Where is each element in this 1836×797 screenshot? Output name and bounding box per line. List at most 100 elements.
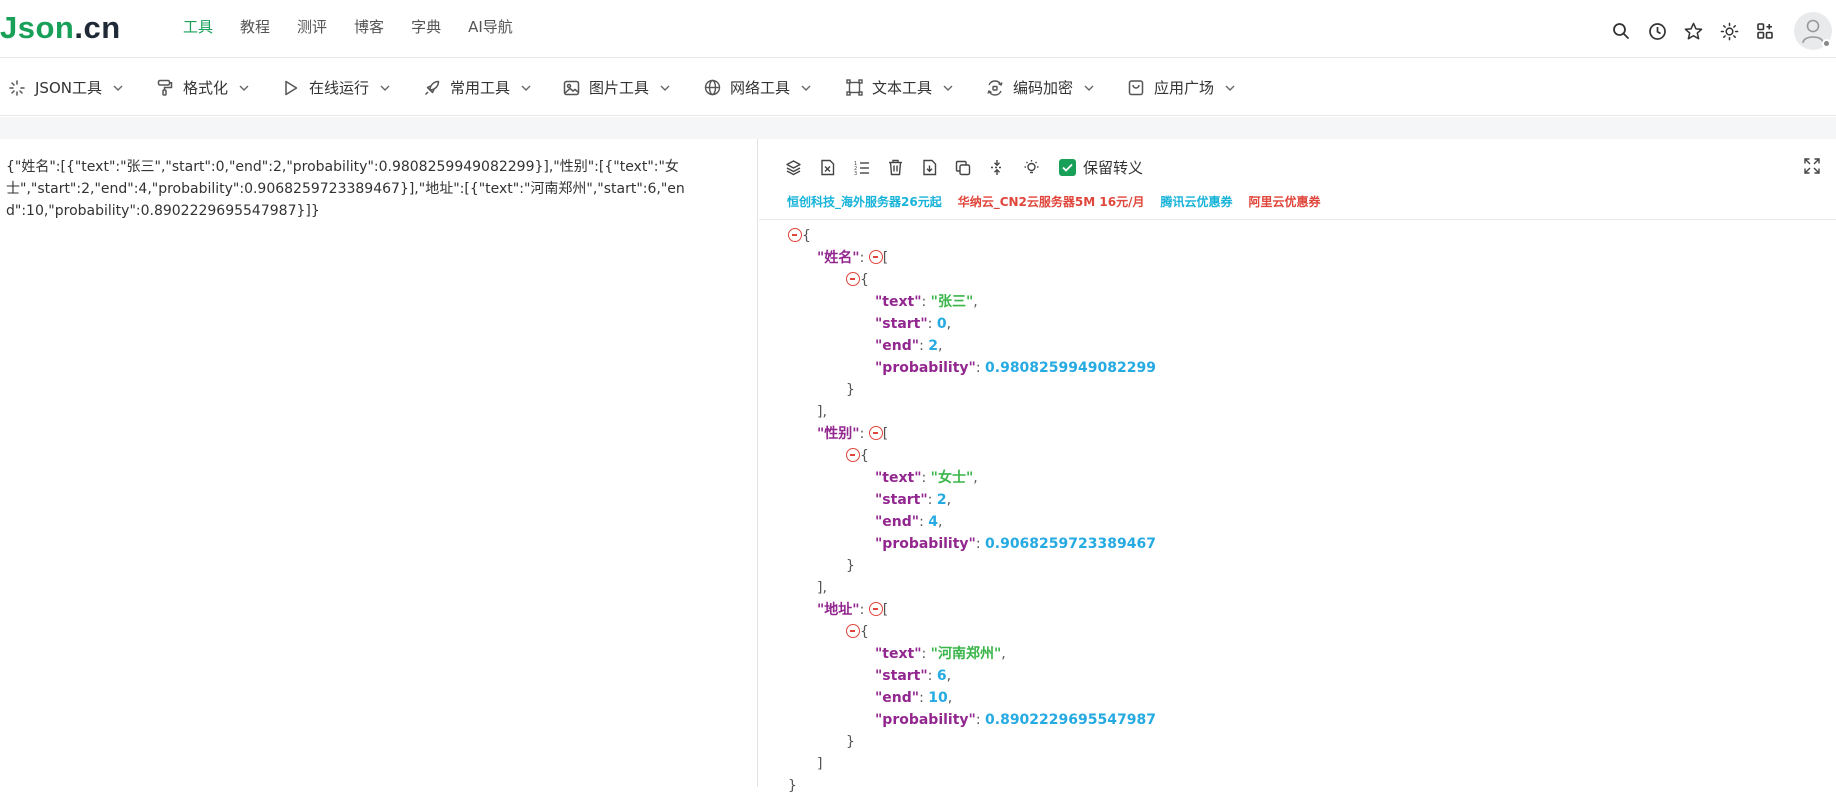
trash-icon[interactable] — [885, 158, 905, 178]
json-line: "start": 0, — [875, 313, 951, 335]
status-dot — [1822, 39, 1831, 48]
top-bar: Json.cn 工具 教程 测评 博客 字典 AI导航 — [0, 0, 1836, 58]
json-key: "start" — [875, 668, 928, 684]
json-line: "probability": 0.9808259949082299 — [875, 357, 1156, 379]
site-logo[interactable]: Json.cn — [0, 10, 121, 46]
menu-image-tools[interactable]: 图片工具 — [562, 59, 670, 116]
menu-text-tools[interactable]: 文本工具 — [845, 59, 953, 116]
history-icon[interactable] — [1646, 20, 1668, 42]
chevron-down-icon — [943, 83, 953, 93]
json-line: "end": 4, — [875, 511, 942, 533]
colon: : — [927, 316, 937, 332]
chevron-down-icon — [660, 83, 670, 93]
brace: { — [860, 272, 869, 288]
logo-dot: .cn — [74, 10, 121, 45]
menu-label: 应用广场 — [1154, 79, 1215, 97]
collapse-toggle-icon[interactable] — [868, 602, 883, 616]
json-number-value: 4 — [928, 514, 938, 530]
ad-link-hengchuang[interactable]: 恒创科技_海外服务器26元起 — [787, 193, 942, 210]
collapse-toggle-icon[interactable] — [788, 228, 802, 242]
json-key: "地址" — [817, 602, 860, 618]
json-line: } — [788, 775, 797, 797]
json-line: "end": 2, — [875, 335, 942, 357]
json-key: "text" — [875, 470, 922, 486]
compress-icon[interactable] — [987, 158, 1007, 178]
menu-common-tools[interactable]: 常用工具 — [423, 59, 531, 116]
colon: : — [859, 426, 869, 442]
keep-escape-checkbox[interactable]: 保留转义 — [1059, 157, 1143, 178]
theme-icon[interactable] — [1718, 20, 1740, 42]
top-nav: 工具 教程 测评 博客 字典 AI导航 — [183, 16, 540, 38]
collapse-toggle-icon[interactable] — [846, 448, 860, 462]
menu-label: 图片工具 — [589, 79, 650, 97]
brace: } — [846, 734, 855, 750]
json-string-value: "张三" — [930, 294, 974, 310]
collapse-toggle-icon[interactable] — [868, 426, 883, 440]
json-number-value: 0.8902229695547987 — [985, 712, 1156, 728]
top-nav-tutorial[interactable]: 教程 — [240, 16, 270, 38]
paint-roller-icon — [156, 79, 174, 97]
json-line: { — [846, 269, 869, 291]
layers-icon[interactable] — [783, 158, 803, 178]
brace: } — [788, 778, 797, 794]
collapse-toggle-icon[interactable] — [846, 272, 860, 286]
excel-file-icon[interactable] — [817, 158, 837, 178]
chevron-down-icon — [380, 83, 390, 93]
bag-icon — [1127, 79, 1145, 97]
json-line: "姓名": [ — [817, 247, 888, 269]
top-nav-blog[interactable]: 博客 — [354, 16, 384, 38]
collapse-toggle-icon[interactable] — [868, 250, 883, 264]
comma: , — [938, 514, 943, 530]
top-nav-tools[interactable]: 工具 — [183, 16, 213, 38]
json-key: "probability" — [875, 712, 976, 728]
apps-icon[interactable] — [1754, 20, 1776, 42]
ad-link-tencent-cloud[interactable]: 腾讯云优惠券 — [1160, 193, 1232, 210]
json-line: ] — [817, 753, 822, 775]
svg-text:3: 3 — [854, 171, 857, 176]
copy-icon[interactable] — [953, 158, 973, 178]
menu-app-plaza[interactable]: 应用广场 — [1127, 59, 1235, 116]
star-icon[interactable] — [1682, 20, 1704, 42]
ordered-list-icon[interactable]: 123 — [851, 158, 871, 178]
menu-json-tools[interactable]: JSON工具 — [8, 59, 123, 116]
json-string-value: "女士" — [930, 470, 974, 486]
menu-format[interactable]: 格式化 — [156, 59, 249, 116]
json-key: "text" — [875, 646, 922, 662]
top-icon-group — [1596, 12, 1836, 50]
ad-link-aliyun[interactable]: 阿里云优惠券 — [1248, 193, 1320, 210]
brace: } — [846, 382, 855, 398]
ad-links: 恒创科技_海外服务器26元起 华纳云_CN2云服务器5M 16元/月 腾讯云优惠… — [787, 193, 1337, 210]
raw-json-text[interactable]: {"姓名":[{"text":"张三","start":0,"end":2,"p… — [6, 156, 686, 222]
colon: : — [919, 338, 929, 354]
comma: , — [973, 470, 978, 486]
search-icon[interactable] — [1610, 20, 1632, 42]
download-file-icon[interactable] — [919, 158, 939, 178]
colon: : — [921, 470, 931, 486]
top-nav-review[interactable]: 测评 — [297, 16, 327, 38]
ad-link-huanayun[interactable]: 华纳云_CN2云服务器5M 16元/月 — [958, 193, 1145, 210]
bracket: [ — [882, 250, 889, 266]
json-key: "性别" — [817, 426, 860, 442]
collapse-toggle-icon[interactable] — [846, 624, 860, 638]
menu-label: JSON工具 — [35, 79, 102, 97]
top-nav-ai-nav[interactable]: AI导航 — [468, 16, 513, 38]
menu-network-tools[interactable]: 网络工具 — [703, 59, 811, 116]
json-line: { — [788, 225, 811, 247]
json-line: "probability": 0.9068259723389467 — [875, 533, 1156, 555]
json-line: } — [846, 731, 855, 753]
menu-encode-encrypt[interactable]: 编码加密 — [986, 59, 1094, 116]
json-line: "start": 2, — [875, 489, 951, 511]
top-nav-dictionary[interactable]: 字典 — [411, 16, 441, 38]
chevron-down-icon — [1084, 83, 1094, 93]
user-avatar[interactable] — [1794, 12, 1832, 50]
bulb-icon[interactable] — [1021, 158, 1041, 178]
fullscreen-icon[interactable] — [1804, 158, 1822, 176]
json-input-editor[interactable]: {"姓名":[{"text":"张三","start":0,"end":2,"p… — [0, 139, 758, 787]
chevron-down-icon — [801, 83, 811, 93]
bracket: [ — [882, 426, 889, 442]
menu-run-online[interactable]: 在线运行 — [282, 59, 390, 116]
json-key: "end" — [875, 514, 920, 530]
json-number-value: 0 — [936, 316, 947, 332]
json-key: "start" — [875, 316, 928, 332]
json-number-value: 0.9068259723389467 — [985, 536, 1156, 552]
